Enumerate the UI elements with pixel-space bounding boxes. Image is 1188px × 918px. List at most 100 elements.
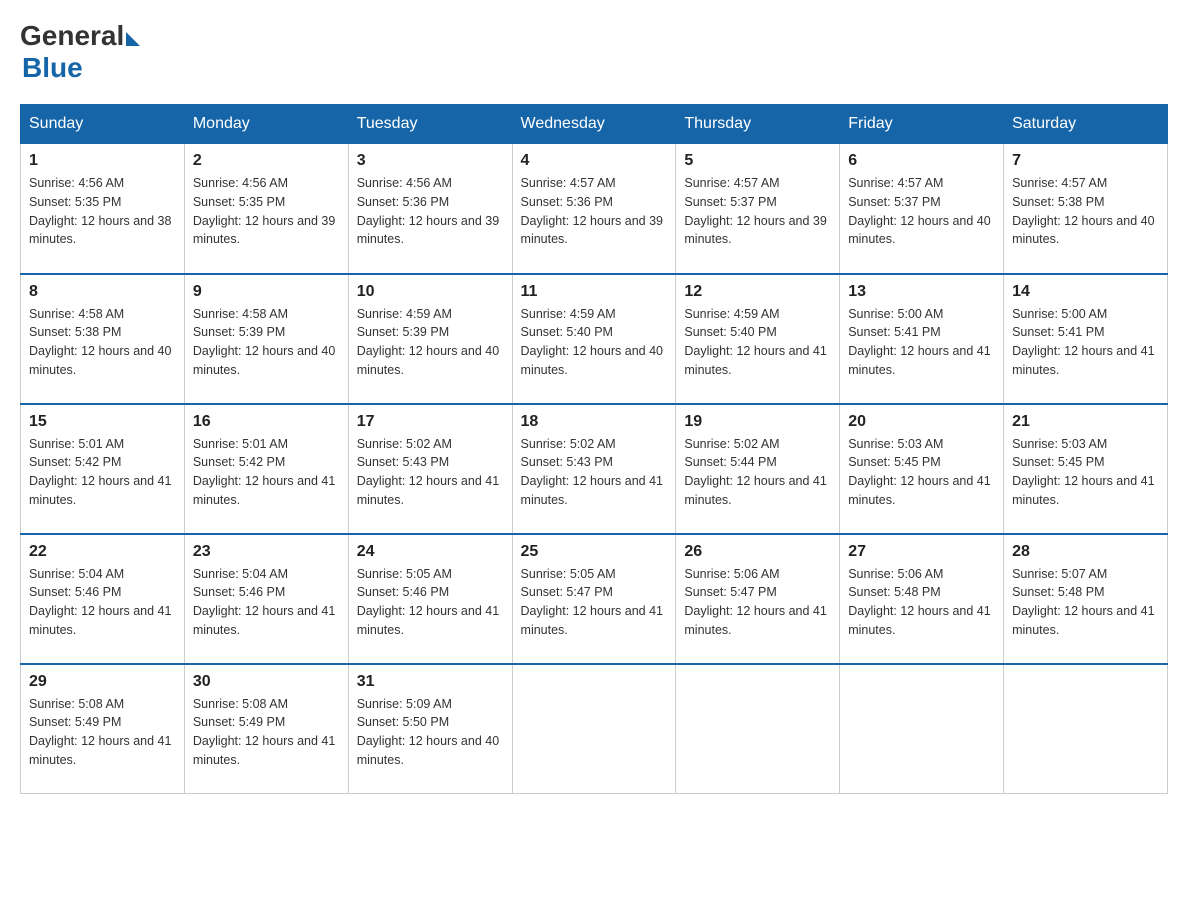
page-header: General Blue (20, 20, 1168, 84)
day-info: Sunrise: 5:00 AM Sunset: 5:41 PM Dayligh… (848, 305, 995, 380)
day-info: Sunrise: 4:59 AM Sunset: 5:40 PM Dayligh… (684, 305, 831, 380)
calendar-cell: 17 Sunrise: 5:02 AM Sunset: 5:43 PM Dayl… (348, 404, 512, 534)
day-info: Sunrise: 4:57 AM Sunset: 5:36 PM Dayligh… (521, 174, 668, 249)
day-number: 8 (29, 283, 176, 301)
day-info: Sunrise: 5:04 AM Sunset: 5:46 PM Dayligh… (193, 565, 340, 640)
weekday-header-saturday: Saturday (1004, 105, 1168, 144)
calendar-cell: 1 Sunrise: 4:56 AM Sunset: 5:35 PM Dayli… (21, 144, 185, 274)
day-info: Sunrise: 4:56 AM Sunset: 5:36 PM Dayligh… (357, 174, 504, 249)
day-number: 12 (684, 283, 831, 301)
day-info: Sunrise: 5:08 AM Sunset: 5:49 PM Dayligh… (29, 695, 176, 770)
calendar-cell: 30 Sunrise: 5:08 AM Sunset: 5:49 PM Dayl… (184, 664, 348, 794)
day-number: 10 (357, 283, 504, 301)
calendar-week-5: 29 Sunrise: 5:08 AM Sunset: 5:49 PM Dayl… (21, 664, 1168, 794)
day-info: Sunrise: 4:59 AM Sunset: 5:39 PM Dayligh… (357, 305, 504, 380)
day-number: 3 (357, 152, 504, 170)
calendar-week-2: 8 Sunrise: 4:58 AM Sunset: 5:38 PM Dayli… (21, 274, 1168, 404)
calendar-cell: 19 Sunrise: 5:02 AM Sunset: 5:44 PM Dayl… (676, 404, 840, 534)
day-info: Sunrise: 5:09 AM Sunset: 5:50 PM Dayligh… (357, 695, 504, 770)
calendar-cell: 23 Sunrise: 5:04 AM Sunset: 5:46 PM Dayl… (184, 534, 348, 664)
calendar-cell: 15 Sunrise: 5:01 AM Sunset: 5:42 PM Dayl… (21, 404, 185, 534)
weekday-header-tuesday: Tuesday (348, 105, 512, 144)
day-info: Sunrise: 5:02 AM Sunset: 5:44 PM Dayligh… (684, 435, 831, 510)
day-info: Sunrise: 5:02 AM Sunset: 5:43 PM Dayligh… (521, 435, 668, 510)
day-info: Sunrise: 4:56 AM Sunset: 5:35 PM Dayligh… (193, 174, 340, 249)
weekday-header-thursday: Thursday (676, 105, 840, 144)
day-number: 4 (521, 152, 668, 170)
calendar-cell: 11 Sunrise: 4:59 AM Sunset: 5:40 PM Dayl… (512, 274, 676, 404)
day-info: Sunrise: 5:06 AM Sunset: 5:47 PM Dayligh… (684, 565, 831, 640)
day-number: 2 (193, 152, 340, 170)
calendar-cell: 12 Sunrise: 4:59 AM Sunset: 5:40 PM Dayl… (676, 274, 840, 404)
calendar-cell: 29 Sunrise: 5:08 AM Sunset: 5:49 PM Dayl… (21, 664, 185, 794)
day-number: 9 (193, 283, 340, 301)
day-number: 5 (684, 152, 831, 170)
day-number: 14 (1012, 283, 1159, 301)
day-number: 7 (1012, 152, 1159, 170)
day-info: Sunrise: 5:03 AM Sunset: 5:45 PM Dayligh… (848, 435, 995, 510)
day-number: 29 (29, 673, 176, 691)
day-number: 6 (848, 152, 995, 170)
day-info: Sunrise: 4:59 AM Sunset: 5:40 PM Dayligh… (521, 305, 668, 380)
day-info: Sunrise: 4:58 AM Sunset: 5:39 PM Dayligh… (193, 305, 340, 380)
day-number: 24 (357, 543, 504, 561)
calendar-cell: 6 Sunrise: 4:57 AM Sunset: 5:37 PM Dayli… (840, 144, 1004, 274)
day-number: 13 (848, 283, 995, 301)
day-info: Sunrise: 5:01 AM Sunset: 5:42 PM Dayligh… (29, 435, 176, 510)
calendar-cell: 2 Sunrise: 4:56 AM Sunset: 5:35 PM Dayli… (184, 144, 348, 274)
day-number: 21 (1012, 413, 1159, 431)
day-number: 23 (193, 543, 340, 561)
calendar-cell: 8 Sunrise: 4:58 AM Sunset: 5:38 PM Dayli… (21, 274, 185, 404)
calendar-cell: 7 Sunrise: 4:57 AM Sunset: 5:38 PM Dayli… (1004, 144, 1168, 274)
calendar-cell: 20 Sunrise: 5:03 AM Sunset: 5:45 PM Dayl… (840, 404, 1004, 534)
day-number: 20 (848, 413, 995, 431)
day-number: 16 (193, 413, 340, 431)
calendar-cell: 24 Sunrise: 5:05 AM Sunset: 5:46 PM Dayl… (348, 534, 512, 664)
day-number: 28 (1012, 543, 1159, 561)
day-info: Sunrise: 4:58 AM Sunset: 5:38 PM Dayligh… (29, 305, 176, 380)
weekday-header-sunday: Sunday (21, 105, 185, 144)
calendar-cell (840, 664, 1004, 794)
calendar-week-3: 15 Sunrise: 5:01 AM Sunset: 5:42 PM Dayl… (21, 404, 1168, 534)
calendar-cell: 5 Sunrise: 4:57 AM Sunset: 5:37 PM Dayli… (676, 144, 840, 274)
calendar-cell: 18 Sunrise: 5:02 AM Sunset: 5:43 PM Dayl… (512, 404, 676, 534)
day-number: 11 (521, 283, 668, 301)
calendar-cell (512, 664, 676, 794)
day-number: 17 (357, 413, 504, 431)
day-info: Sunrise: 5:07 AM Sunset: 5:48 PM Dayligh… (1012, 565, 1159, 640)
day-number: 1 (29, 152, 176, 170)
day-info: Sunrise: 4:56 AM Sunset: 5:35 PM Dayligh… (29, 174, 176, 249)
weekday-header-row: SundayMondayTuesdayWednesdayThursdayFrid… (21, 105, 1168, 144)
calendar-cell: 4 Sunrise: 4:57 AM Sunset: 5:36 PM Dayli… (512, 144, 676, 274)
calendar-cell: 14 Sunrise: 5:00 AM Sunset: 5:41 PM Dayl… (1004, 274, 1168, 404)
logo-general-text: General (20, 20, 124, 52)
calendar-cell: 10 Sunrise: 4:59 AM Sunset: 5:39 PM Dayl… (348, 274, 512, 404)
day-number: 18 (521, 413, 668, 431)
day-info: Sunrise: 5:05 AM Sunset: 5:47 PM Dayligh… (521, 565, 668, 640)
day-info: Sunrise: 5:04 AM Sunset: 5:46 PM Dayligh… (29, 565, 176, 640)
day-number: 19 (684, 413, 831, 431)
day-info: Sunrise: 5:06 AM Sunset: 5:48 PM Dayligh… (848, 565, 995, 640)
day-info: Sunrise: 5:05 AM Sunset: 5:46 PM Dayligh… (357, 565, 504, 640)
calendar-table: SundayMondayTuesdayWednesdayThursdayFrid… (20, 104, 1168, 794)
day-number: 25 (521, 543, 668, 561)
calendar-cell: 31 Sunrise: 5:09 AM Sunset: 5:50 PM Dayl… (348, 664, 512, 794)
day-number: 15 (29, 413, 176, 431)
calendar-cell: 13 Sunrise: 5:00 AM Sunset: 5:41 PM Dayl… (840, 274, 1004, 404)
day-number: 27 (848, 543, 995, 561)
weekday-header-wednesday: Wednesday (512, 105, 676, 144)
day-number: 22 (29, 543, 176, 561)
calendar-cell: 3 Sunrise: 4:56 AM Sunset: 5:36 PM Dayli… (348, 144, 512, 274)
logo-blue-text: Blue (22, 52, 83, 84)
calendar-cell: 25 Sunrise: 5:05 AM Sunset: 5:47 PM Dayl… (512, 534, 676, 664)
calendar-cell: 9 Sunrise: 4:58 AM Sunset: 5:39 PM Dayli… (184, 274, 348, 404)
calendar-cell (676, 664, 840, 794)
calendar-cell: 16 Sunrise: 5:01 AM Sunset: 5:42 PM Dayl… (184, 404, 348, 534)
calendar-cell: 22 Sunrise: 5:04 AM Sunset: 5:46 PM Dayl… (21, 534, 185, 664)
day-info: Sunrise: 5:00 AM Sunset: 5:41 PM Dayligh… (1012, 305, 1159, 380)
calendar-cell: 27 Sunrise: 5:06 AM Sunset: 5:48 PM Dayl… (840, 534, 1004, 664)
calendar-cell (1004, 664, 1168, 794)
day-info: Sunrise: 5:01 AM Sunset: 5:42 PM Dayligh… (193, 435, 340, 510)
calendar-cell: 28 Sunrise: 5:07 AM Sunset: 5:48 PM Dayl… (1004, 534, 1168, 664)
day-info: Sunrise: 5:03 AM Sunset: 5:45 PM Dayligh… (1012, 435, 1159, 510)
